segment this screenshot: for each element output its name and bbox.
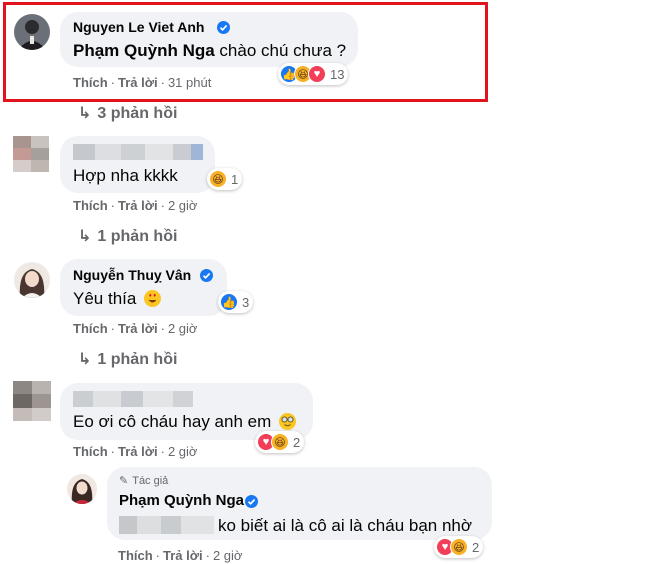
nerd-face-emoji (279, 413, 296, 430)
verified-badge-icon (200, 269, 213, 282)
like-link[interactable]: Thích (118, 548, 153, 563)
comment-time[interactable]: 2 giờ (168, 321, 198, 336)
author-badge: ✎ Tác giả (119, 475, 169, 487)
like-link[interactable]: Thích (73, 198, 108, 213)
view-replies-link[interactable]: ↳ 1 phản hồi (78, 226, 177, 246)
comment-actions: Thích · Trả lời · 31 phút (73, 75, 212, 90)
reply-arrow-icon: ↳ (78, 228, 92, 245)
comment-text: Phạm Quỳnh Nga chào chú chưa ? (73, 41, 347, 60)
comment-actions: Thích · Trả lời · 2 giờ (73, 444, 198, 459)
reply-actions: Thích · Trả lời · 2 giờ (118, 548, 243, 563)
comment-time[interactable]: 31 phút (168, 75, 211, 90)
comment-author[interactable]: Nguyen Le Viet Anh (73, 19, 204, 35)
comment-actions: Thích · Trả lời · 2 giờ (73, 321, 198, 336)
comment-time[interactable]: 2 giờ (168, 198, 198, 213)
comment-text: Eo ơi cô cháu hay anh em (73, 412, 296, 432)
view-replies-link[interactable]: ↳ 3 phản hồi (78, 103, 177, 123)
reply-link[interactable]: Trả lời (163, 548, 203, 563)
reply-link[interactable]: Trả lời (118, 444, 158, 459)
reply-text: ko biết ai là cô ai là cháu bạn nhờ (218, 516, 473, 535)
reply-author[interactable]: Phạm Quỳnh Nga (119, 492, 244, 509)
blurred-author-name (73, 144, 203, 160)
reaction-summary[interactable]: 👍 3 (218, 291, 254, 313)
view-replies-link[interactable]: ↳ 1 phản hồi (78, 349, 177, 369)
reaction-summary[interactable]: ♥ 😆 2 (434, 536, 484, 558)
avatar-blurred[interactable] (13, 381, 51, 421)
like-link[interactable]: Thích (73, 321, 108, 336)
love-icon: ♥ (308, 65, 326, 83)
comment-author[interactable]: Nguyễn Thuỵ Vân (73, 267, 191, 283)
avatar-nguyen-le-viet-anh[interactable] (14, 14, 50, 50)
pencil-icon: ✎ (119, 475, 129, 487)
reply-link[interactable]: Trả lời (118, 198, 158, 213)
haha-icon: 😆 (209, 170, 227, 188)
heart-eyes-emoji (144, 290, 162, 307)
reply-link[interactable]: Trả lời (118, 75, 158, 90)
reaction-count: 3 (242, 294, 250, 310)
reply-arrow-icon: ↳ (78, 351, 92, 368)
reply-arrow-icon: ↳ (78, 105, 92, 122)
reaction-summary[interactable]: 👍 😆 ♥ 13 (278, 63, 349, 85)
like-link[interactable]: Thích (73, 75, 108, 90)
haha-icon: 😆 (271, 433, 289, 451)
tagged-user[interactable]: Phạm Quỳnh Nga (73, 41, 215, 60)
reaction-count: 13 (330, 66, 345, 82)
avatar-pham-quynh-nga[interactable] (67, 474, 97, 504)
avatar-nguyen-thuy-van[interactable] (14, 262, 50, 298)
avatar-blurred[interactable] (13, 136, 49, 172)
verified-badge-icon (245, 495, 258, 508)
like-icon: 👍 (220, 293, 238, 311)
blurred-author-name (73, 391, 193, 407)
reaction-summary[interactable]: 😆 1 (207, 168, 243, 190)
reaction-summary[interactable]: ♥ 😆 2 (255, 431, 305, 453)
verified-badge-icon (217, 21, 230, 34)
comment-text: Yêu thía (73, 289, 162, 309)
haha-icon: 😆 (450, 538, 468, 556)
comment-actions: Thích · Trả lời · 2 giờ (73, 198, 198, 213)
like-link[interactable]: Thích (73, 444, 108, 459)
comment-time[interactable]: 2 giờ (168, 444, 198, 459)
reaction-count: 2 (293, 434, 301, 450)
blurred-mention (119, 516, 214, 534)
reaction-count: 1 (231, 171, 239, 187)
comment-text: Hợp nha kkkk (73, 166, 178, 185)
reaction-count: 2 (472, 539, 480, 555)
reply-time[interactable]: 2 giờ (213, 548, 243, 563)
reply-link[interactable]: Trả lời (118, 321, 158, 336)
